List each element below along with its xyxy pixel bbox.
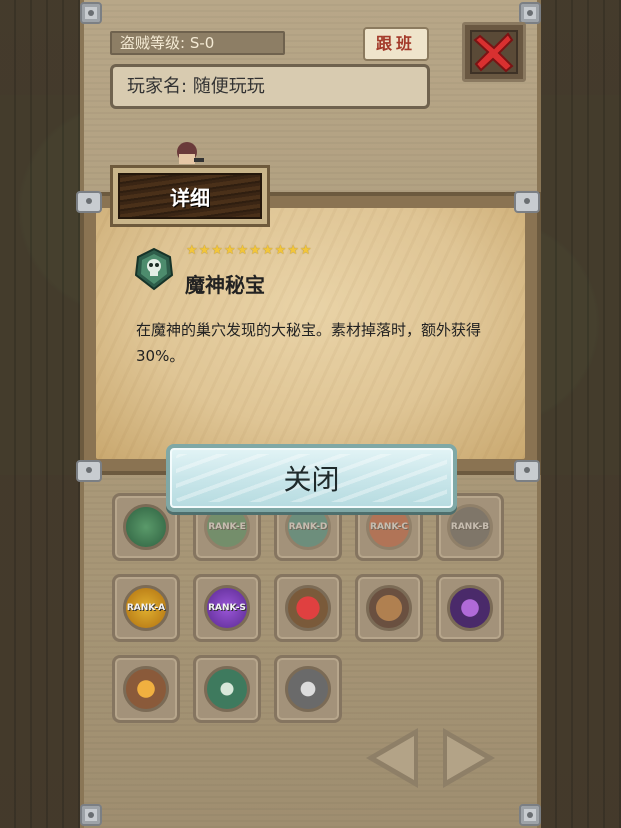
close-window-button[interactable] — [462, 22, 526, 82]
badge-label: RANK-E — [208, 522, 246, 532]
dialog-title: 详细 — [118, 173, 262, 219]
badge-slot[interactable] — [274, 574, 342, 642]
bolt-decoration — [76, 460, 102, 482]
badge-label: RANK-A — [126, 603, 166, 613]
red-x-icon — [473, 32, 514, 73]
dialog-title-plate: 详细 — [110, 165, 270, 227]
green-rock-icon — [123, 504, 169, 550]
badge-label: RANK-D — [288, 522, 328, 532]
close-dialog-button[interactable]: 关闭 — [166, 444, 457, 512]
bolt-decoration — [80, 804, 102, 826]
badge-slot[interactable]: RANK-A — [112, 574, 180, 642]
item-description: 在魔神的巢穴发现的大秘宝。素材掉落时，额外获得30%。 — [136, 321, 482, 365]
bolt-decoration — [514, 191, 540, 213]
player-name-field: 玩家名: 随便玩玩 — [110, 64, 430, 109]
badge-slot[interactable] — [193, 655, 261, 723]
badge-slot[interactable]: RANK-S — [193, 574, 261, 642]
badge-label: RANK-B — [450, 522, 490, 532]
badge-label: RANK-C — [370, 522, 408, 532]
team-button[interactable]: 跟班 — [363, 27, 429, 61]
bolt-decoration — [76, 191, 102, 213]
background-wall-left — [0, 0, 80, 828]
rank-a-fist-icon: RANK-A — [123, 585, 169, 631]
background-wall-right — [541, 0, 621, 828]
badge-slot[interactable] — [112, 655, 180, 723]
badge-slot[interactable] — [436, 574, 504, 642]
money-bag-icon — [366, 585, 412, 631]
item-name: 魔神秘宝 — [185, 273, 265, 297]
fire-staff-icon — [123, 666, 169, 712]
thief-rank-field: 盗贼等级: S-0 — [110, 31, 285, 55]
bolt-decoration — [80, 2, 102, 24]
potion-icon — [285, 585, 331, 631]
purple-star-icon — [447, 585, 493, 631]
bolt-decoration — [519, 2, 541, 24]
right-arrow-icon[interactable] — [443, 728, 495, 788]
rank-s-fist-icon: RANK-S — [204, 585, 250, 631]
badge-slot[interactable] — [274, 655, 342, 723]
rank-b-fist-icon: RANK-B — [447, 504, 493, 550]
skull-emblem-icon — [134, 247, 174, 291]
crossed-swords-icon — [285, 666, 331, 712]
badge-slot[interactable] — [355, 574, 423, 642]
rarity-stars: ★★★★★★★★★★ — [186, 243, 313, 258]
left-arrow-icon[interactable] — [366, 728, 418, 788]
bolt-decoration — [519, 804, 541, 826]
bolt-decoration — [514, 460, 540, 482]
skull-emblem-icon — [204, 666, 250, 712]
badge-label: RANK-S — [208, 603, 246, 613]
close-button-label: 关闭 — [283, 463, 340, 496]
